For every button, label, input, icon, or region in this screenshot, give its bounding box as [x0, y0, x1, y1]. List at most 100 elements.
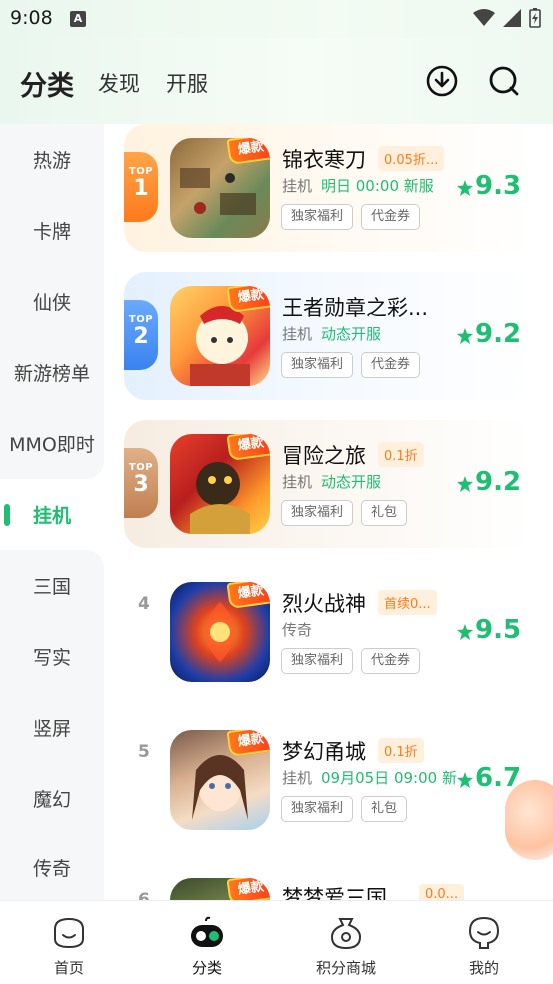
game-card[interactable]: 6 爆款 梦梦爱三国 0.0... — [124, 864, 534, 900]
search-icon[interactable] — [487, 64, 521, 98]
game-icon[interactable]: 爆款 — [170, 434, 270, 534]
nav-label: 首页 — [53, 959, 84, 977]
sidebar-item-label: 仙侠 — [32, 292, 71, 314]
rank-number: 4 — [138, 594, 150, 614]
game-icon[interactable]: 爆款 — [170, 138, 270, 238]
sidebar-item-label: 传奇 — [32, 857, 71, 880]
game-icon[interactable]: 爆款 — [170, 878, 270, 900]
game-title: 梦幻甬城 — [282, 740, 366, 764]
sidebar-item-vertical[interactable]: 竖屏 — [0, 692, 104, 763]
discount-badge: 0.0... — [419, 884, 465, 900]
status-icons — [473, 8, 541, 28]
bottom-navigation: 首页 分类 积分商城 我的 — [0, 900, 553, 984]
home-face-icon — [54, 917, 84, 949]
star-icon — [457, 328, 473, 344]
tag-voucher: 代金券 — [361, 648, 421, 674]
sidebar-item-label: 挂机 — [32, 505, 71, 527]
tag-gift: 礼包 — [361, 796, 408, 822]
tag-exclusive: 独家福利 — [281, 204, 354, 230]
top-rank-number: 1 — [133, 176, 149, 201]
game-card-top2[interactable]: TOP 2 爆款 王者勋章之彩... 挂机 动态开服 独家福利 代金券 9.2 — [124, 272, 534, 400]
game-category: 挂机 — [282, 769, 313, 787]
top-rank-badge: TOP 3 — [124, 448, 158, 518]
server-open-info: 明日 00:00 新服 — [321, 177, 434, 195]
tag-exclusive: 独家福利 — [281, 352, 354, 378]
sidebar-item-label: 卡牌 — [32, 221, 71, 243]
tag-exclusive: 独家福利 — [281, 500, 354, 526]
points-bag-icon — [330, 918, 362, 950]
sidebar-item-card[interactable]: 卡牌 — [0, 195, 104, 266]
sidebar-item-label: 三国 — [32, 576, 71, 598]
sidebar-item-label: 新游榜单 — [13, 363, 90, 385]
sidebar-item-three-kingdoms[interactable]: 三国 — [0, 550, 104, 621]
game-icon[interactable]: 爆款 — [170, 286, 270, 386]
sidebar-item-label: 热游 — [32, 150, 71, 172]
profile-face-icon — [468, 916, 500, 949]
nav-label: 我的 — [468, 959, 499, 977]
discount-badge: 首续0... — [378, 590, 437, 615]
sidebar-item-label: MMO即时 — [9, 434, 95, 456]
game-card[interactable]: 5 爆款 梦幻甬城 0.1折 挂机 09月05日 09:00 新 独家福利 礼包… — [124, 716, 534, 844]
top-rank-number: 3 — [133, 472, 149, 497]
tag-gift: 礼包 — [361, 500, 408, 526]
download-icon[interactable] — [425, 64, 459, 98]
rank-number: 6 — [138, 890, 150, 900]
active-indicator — [4, 504, 10, 526]
discount-badge: 0.1折 — [378, 442, 424, 467]
nav-label: 分类 — [191, 959, 222, 977]
rank-number: 5 — [138, 742, 150, 762]
sidebar-item-hot[interactable]: 热游 — [0, 124, 104, 195]
game-title: 锦衣寒刀 — [282, 148, 366, 172]
game-category: 挂机 — [282, 177, 313, 195]
tag-voucher: 代金券 — [361, 352, 421, 378]
tag-exclusive: 独家福利 — [281, 796, 354, 822]
tab-category[interactable]: 分类 — [20, 64, 74, 103]
nav-points-mall[interactable]: 积分商城 — [277, 901, 415, 984]
game-icon[interactable]: 爆款 — [170, 730, 270, 830]
tab-open-server[interactable]: 开服 — [166, 68, 208, 98]
top-navigation: 分类 发现 开服 — [0, 38, 553, 124]
star-icon — [457, 772, 473, 788]
sidebar-item-label: 写实 — [32, 647, 71, 669]
top-rank-badge: TOP 2 — [124, 300, 158, 370]
nav-home[interactable]: 首页 — [0, 901, 138, 984]
game-card-top1[interactable]: TOP 1 爆款 锦衣寒刀 0.05折... 挂机 明日 00:00 新服 独家… — [124, 124, 534, 252]
hot-badge: 爆款 — [226, 878, 270, 900]
top-rank-badge: TOP 1 — [124, 152, 158, 222]
game-title: 冒险之旅 — [282, 444, 366, 468]
game-list: TOP 1 爆款 锦衣寒刀 0.05折... 挂机 明日 00:00 新服 独家… — [104, 124, 553, 900]
battery-icon — [529, 8, 541, 28]
wifi-icon — [473, 9, 495, 26]
sidebar-item-realistic[interactable]: 写实 — [0, 621, 104, 692]
sidebar-item-mmo[interactable]: MMO即时 — [0, 408, 104, 479]
status-bar: 9:08 A — [0, 0, 553, 38]
game-icon[interactable]: 爆款 — [170, 582, 270, 682]
sidebar-item-label: 竖屏 — [32, 718, 71, 740]
nav-profile[interactable]: 我的 — [415, 901, 553, 984]
star-icon — [457, 476, 473, 492]
sidebar-item-new-games[interactable]: 新游榜单 — [0, 337, 104, 408]
tag-voucher: 代金券 — [361, 204, 421, 230]
gamepad-icon — [191, 916, 223, 947]
game-score: 9.2 — [475, 467, 522, 497]
discount-badge: 0.05折... — [378, 146, 445, 171]
sidebar-item-fantasy[interactable]: 魔幻 — [0, 763, 104, 834]
game-category: 挂机 — [282, 325, 313, 343]
game-title: 梦梦爱三国 — [282, 886, 387, 900]
star-icon — [457, 624, 473, 640]
game-card-top3[interactable]: TOP 3 爆款 冒险之旅 0.1折 挂机 动态开服 独家福利 礼包 9.2 — [124, 420, 534, 548]
status-time: 9:08 — [10, 7, 53, 29]
notification-a-icon: A — [70, 11, 86, 27]
sidebar-item-xianxia[interactable]: 仙侠 — [0, 266, 104, 337]
game-score: 9.5 — [475, 615, 522, 645]
sidebar-item-idle[interactable]: 挂机 — [0, 479, 104, 550]
game-card[interactable]: 4 爆款 烈火战神 首续0... 传奇 独家福利 代金券 9.5 — [124, 568, 534, 696]
server-open-info: 动态开服 — [321, 473, 382, 491]
category-sidebar: 热游 卡牌 仙侠 新游榜单 MMO即时 挂机 三国 写实 竖屏 魔幻 传奇 — [0, 124, 104, 900]
nav-category[interactable]: 分类 — [138, 901, 276, 984]
sidebar-item-label: 魔幻 — [32, 789, 71, 811]
sidebar-item-legend[interactable]: 传奇 — [0, 834, 104, 900]
game-title: 王者勋章之彩... — [282, 296, 429, 320]
tab-discover[interactable]: 发现 — [98, 68, 140, 98]
floating-gift-icon[interactable] — [505, 780, 553, 860]
